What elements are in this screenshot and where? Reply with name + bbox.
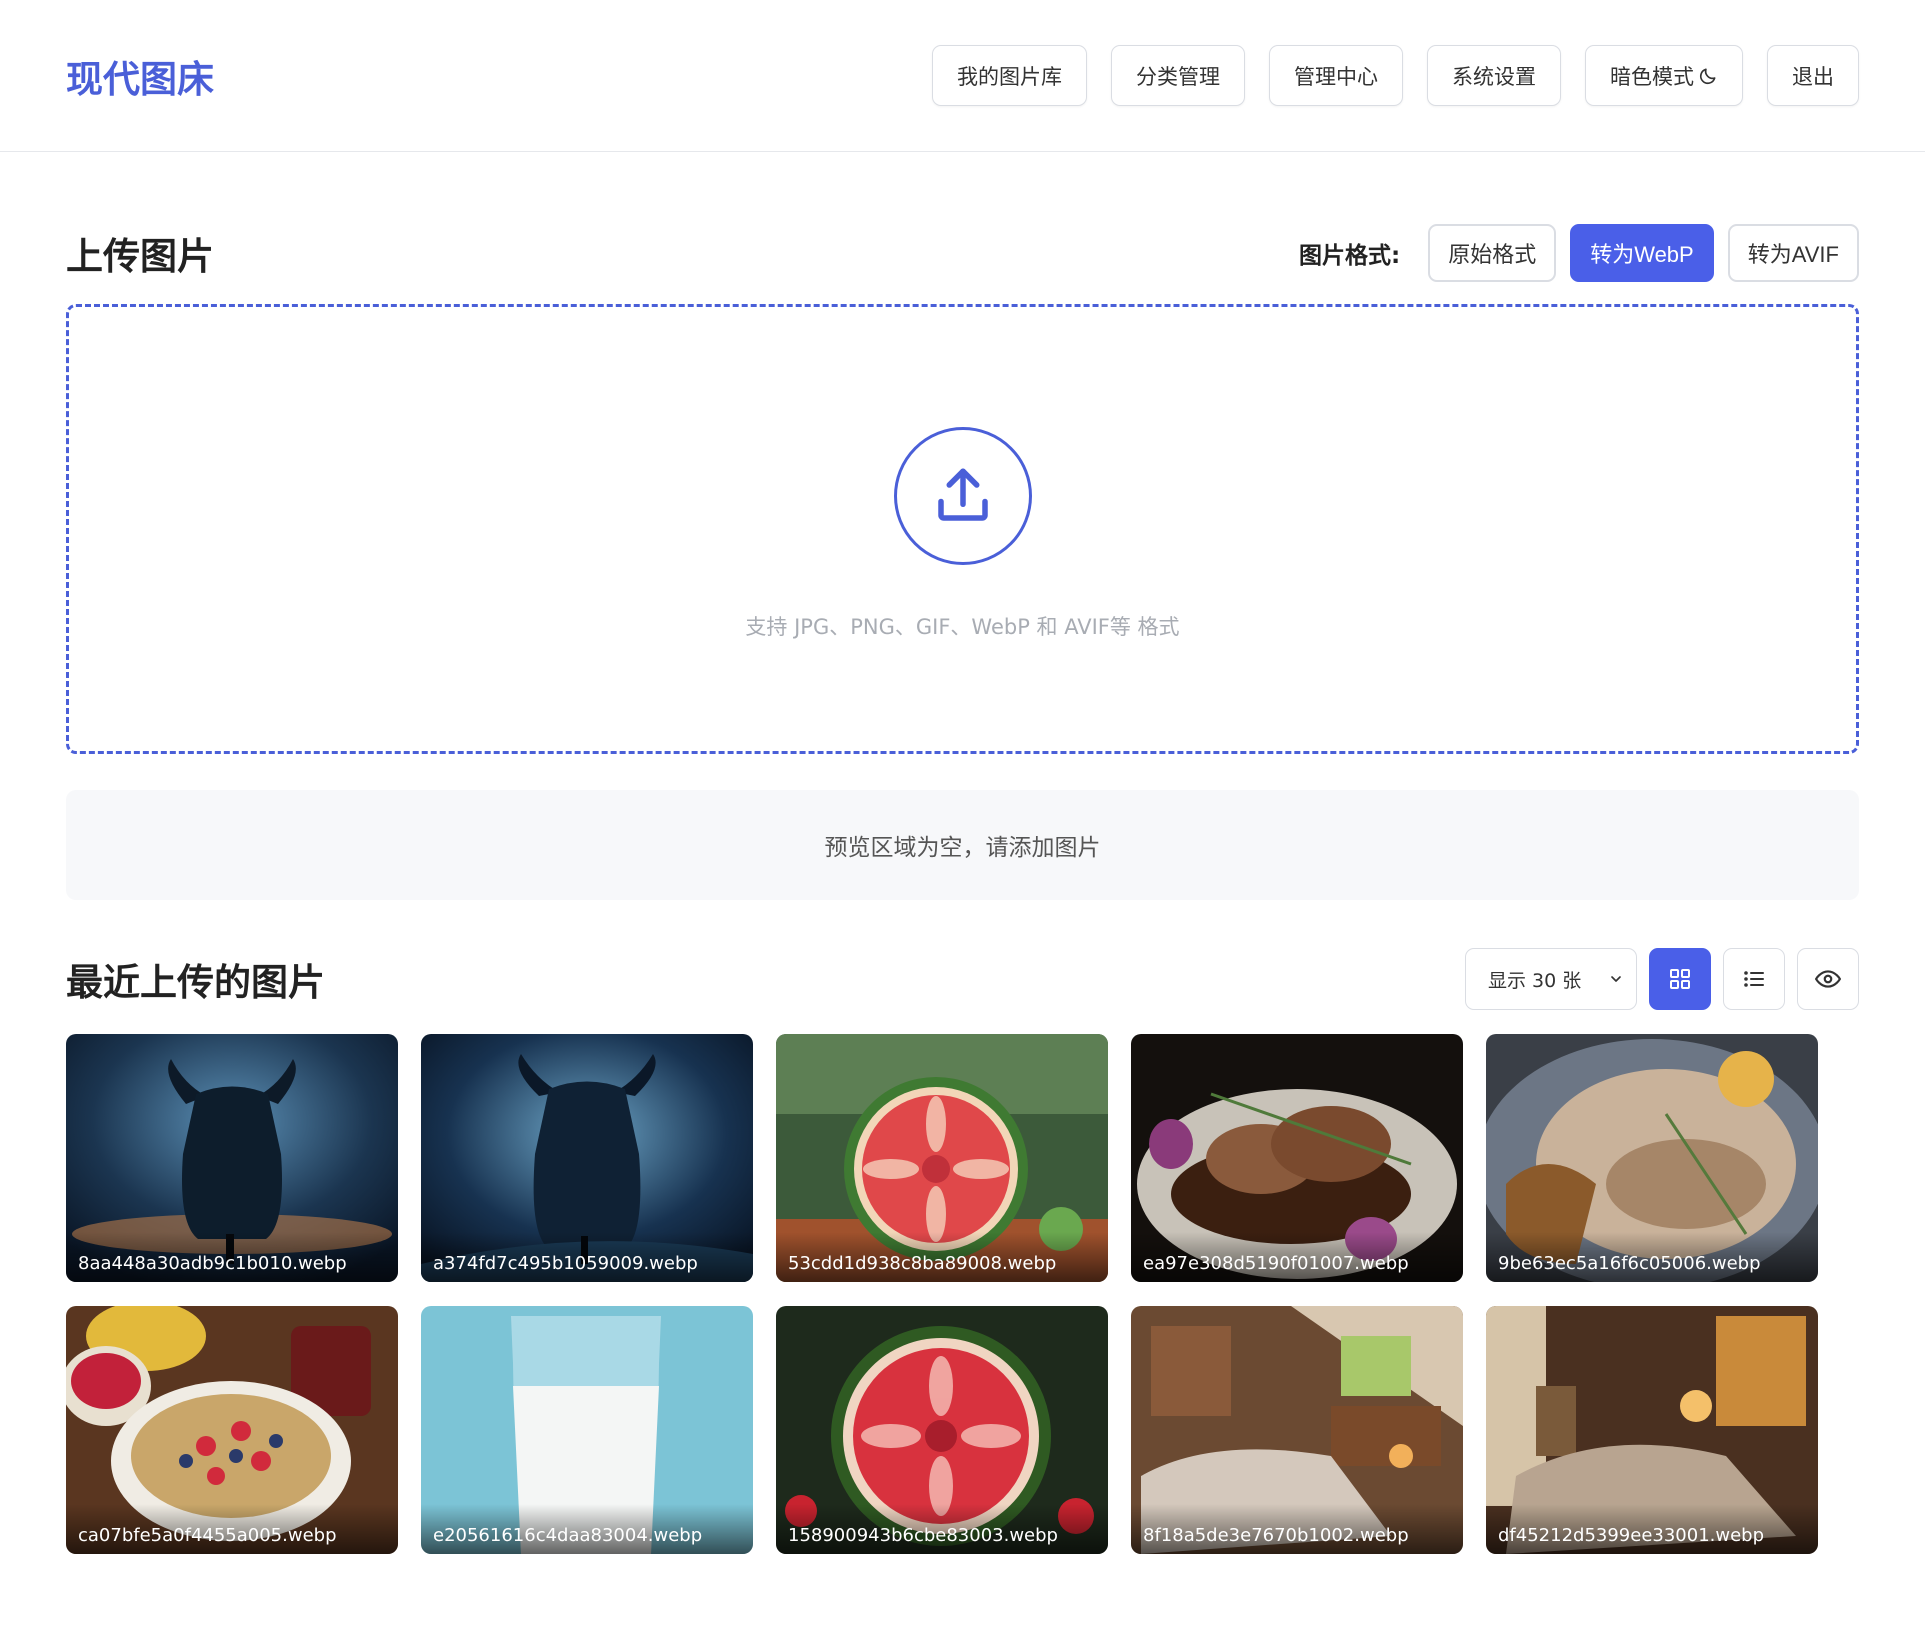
- main-content: 上传图片 图片格式: 原始格式 转为WebP 转为AVIF 支持 JPG、PNG…: [0, 224, 1925, 1554]
- image-card[interactable]: 8aa448a30adb9c1b010.webp: [66, 1034, 398, 1282]
- image-card[interactable]: 8f18a5de3e7670b1002.webp: [1131, 1306, 1463, 1554]
- top-nav: 我的图片库 分类管理 管理中心 系统设置 暗色模式 退出: [932, 45, 1859, 106]
- image-card[interactable]: 53cdd1d938c8ba89008.webp: [776, 1034, 1108, 1282]
- nav-category-button[interactable]: 分类管理: [1111, 45, 1245, 106]
- upload-header: 上传图片 图片格式: 原始格式 转为WebP 转为AVIF: [66, 224, 1859, 282]
- dark-mode-button[interactable]: 暗色模式: [1585, 45, 1743, 106]
- format-webp-button[interactable]: 转为WebP: [1570, 224, 1714, 282]
- chevron-down-icon: [1611, 976, 1621, 982]
- upload-dropzone[interactable]: 支持 JPG、PNG、GIF、WebP 和 AVIF等 格式: [66, 304, 1859, 754]
- upload-title: 上传图片: [66, 235, 214, 278]
- format-selector: 图片格式: 原始格式 转为WebP 转为AVIF: [1299, 224, 1859, 282]
- nav-label: 我的图片库: [957, 65, 1062, 89]
- format-original-button[interactable]: 原始格式: [1428, 224, 1557, 282]
- image-card[interactable]: 158900943b6cbe83003.webp: [776, 1306, 1108, 1554]
- image-filename: a374fd7c495b1059009.webp: [421, 1232, 753, 1282]
- nav-label: 管理中心: [1294, 65, 1378, 89]
- image-filename: ca07bfe5a0f4455a005.webp: [66, 1504, 398, 1554]
- recent-header: 最近上传的图片 显示 30 张: [66, 948, 1859, 1010]
- eye-icon: [1815, 970, 1841, 988]
- view-controls: 显示 30 张: [1465, 948, 1859, 1010]
- logout-button[interactable]: 退出: [1767, 45, 1859, 106]
- list-view-button[interactable]: [1723, 948, 1785, 1010]
- image-card[interactable]: ca07bfe5a0f4455a005.webp: [66, 1306, 398, 1554]
- grid-icon: [1670, 969, 1690, 989]
- image-card[interactable]: df45212d5399ee33001.webp: [1486, 1306, 1818, 1554]
- nav-admin-button[interactable]: 管理中心: [1269, 45, 1403, 106]
- image-card[interactable]: 9be63ec5a16f6c05006.webp: [1486, 1034, 1818, 1282]
- nav-settings-button[interactable]: 系统设置: [1427, 45, 1561, 106]
- image-filename: 8f18a5de3e7670b1002.webp: [1131, 1504, 1463, 1554]
- image-filename: 158900943b6cbe83003.webp: [776, 1504, 1108, 1554]
- image-card[interactable]: e20561616c4daa83004.webp: [421, 1306, 753, 1554]
- image-card[interactable]: a374fd7c495b1059009.webp: [421, 1034, 753, 1282]
- image-filename: df45212d5399ee33001.webp: [1486, 1504, 1818, 1554]
- nav-label: 暗色模式: [1610, 65, 1694, 89]
- list-icon: [1744, 971, 1764, 987]
- app-logo[interactable]: 现代图床: [66, 49, 214, 103]
- nav-label: 退出: [1792, 65, 1834, 89]
- recent-title: 最近上传的图片: [66, 961, 325, 1004]
- upload-icon: [937, 468, 988, 521]
- format-avif-button[interactable]: 转为AVIF: [1727, 224, 1859, 282]
- image-filename: ea97e308d5190f01007.webp: [1131, 1232, 1463, 1282]
- display-count-select[interactable]: 显示 30 张: [1465, 948, 1637, 1010]
- upload-button[interactable]: [893, 427, 1032, 565]
- preview-area: 预览区域为空，请添加图片: [66, 790, 1859, 900]
- grid-view-button[interactable]: [1649, 948, 1711, 1010]
- preview-empty-text: 预览区域为空，请添加图片: [824, 835, 1101, 861]
- image-filename: 8aa448a30adb9c1b010.webp: [66, 1232, 398, 1282]
- display-count-value: 显示 30 张: [1488, 969, 1582, 992]
- upload-hint: 支持 JPG、PNG、GIF、WebP 和 AVIF等 格式: [745, 615, 1180, 639]
- app-header: 现代图床 我的图片库 分类管理 管理中心 系统设置 暗色模式 退出: [0, 0, 1925, 152]
- nav-label: 系统设置: [1452, 65, 1536, 89]
- image-filename: 53cdd1d938c8ba89008.webp: [776, 1232, 1108, 1282]
- moon-icon: [1699, 68, 1716, 84]
- nav-my-gallery-button[interactable]: 我的图片库: [932, 45, 1087, 106]
- format-label: 图片格式:: [1298, 243, 1401, 269]
- preview-toggle-button[interactable]: [1797, 948, 1859, 1010]
- image-card[interactable]: ea97e308d5190f01007.webp: [1131, 1034, 1463, 1282]
- nav-label: 分类管理: [1136, 65, 1220, 89]
- image-filename: 9be63ec5a16f6c05006.webp: [1486, 1232, 1818, 1282]
- image-filename: e20561616c4daa83004.webp: [421, 1504, 753, 1554]
- image-grid: 8aa448a30adb9c1b010.webp a374fd7c495b105…: [66, 1034, 1859, 1554]
